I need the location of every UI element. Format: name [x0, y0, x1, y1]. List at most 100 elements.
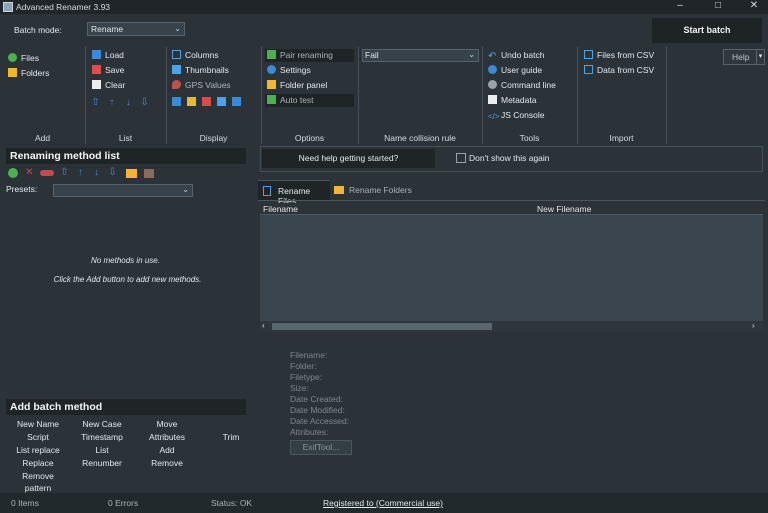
- method-list[interactable]: List: [72, 444, 132, 456]
- import-group-label: Import: [609, 133, 634, 143]
- move-down-icon[interactable]: ↓: [92, 168, 101, 178]
- method-trim[interactable]: Trim: [201, 431, 261, 443]
- exiftool-button[interactable]: ExifTool...: [290, 440, 352, 455]
- metadata-icon: [488, 95, 497, 104]
- close-icon[interactable]: ✕: [740, 0, 768, 14]
- column-header-filename[interactable]: Filename: [263, 204, 298, 214]
- move-top-icon[interactable]: ⇧: [91, 98, 100, 108]
- thumbnails-button[interactable]: Thumbnails: [172, 64, 229, 77]
- save-button[interactable]: Save: [92, 64, 124, 77]
- help-icon: [488, 65, 497, 74]
- view-color-icon[interactable]: [202, 97, 211, 106]
- thumbnails-icon: [172, 65, 181, 74]
- method-replace[interactable]: Replace: [8, 457, 68, 469]
- batch-mode-label: Batch mode:: [14, 25, 62, 35]
- horizontal-scrollbar[interactable]: ‹ ›: [260, 321, 763, 332]
- move-top-icon[interactable]: ⇧: [60, 168, 69, 178]
- folder-icon: [8, 68, 17, 77]
- view-tiles-icon[interactable]: [232, 97, 241, 106]
- add-batch-title: Add batch method: [6, 399, 246, 415]
- presets-select[interactable]: ⌄: [53, 184, 193, 197]
- minimize-icon[interactable]: –: [666, 0, 694, 14]
- maximize-icon[interactable]: □: [704, 0, 732, 14]
- move-bottom-icon[interactable]: ⇩: [140, 98, 149, 108]
- scroll-left-icon[interactable]: ‹: [262, 321, 265, 330]
- method-new-name[interactable]: New Name: [8, 418, 68, 430]
- tab-rename-folders[interactable]: Rename Folders: [332, 180, 412, 200]
- title-bar: Advanced Renamer 3.93 – □ ✕: [0, 0, 768, 14]
- folder-icon[interactable]: [126, 169, 137, 178]
- chevron-down-icon: ⌄: [182, 185, 189, 194]
- collision-rule-select[interactable]: Fail ⌄: [362, 49, 479, 62]
- start-batch-button[interactable]: Start batch: [652, 18, 762, 43]
- pair-renaming-toggle[interactable]: Pair renaming: [265, 49, 354, 62]
- chevron-down-icon: ⌄: [468, 50, 475, 59]
- add-folders-button[interactable]: Folders: [8, 67, 49, 80]
- info-date-accessed: Date Accessed:: [290, 416, 350, 426]
- move-bottom-icon[interactable]: ⇩: [108, 168, 117, 178]
- undo-icon: ↶: [488, 51, 497, 62]
- method-move[interactable]: Move: [137, 418, 197, 430]
- file-table-header: Filename New Filename: [260, 203, 763, 215]
- move-up-icon[interactable]: ↑: [76, 168, 85, 178]
- info-filetype: Filetype:: [290, 372, 323, 382]
- folder-panel-button[interactable]: Folder panel: [265, 79, 327, 92]
- toggle-method-icon[interactable]: [40, 170, 54, 176]
- chevron-down-icon: ⌄: [174, 24, 181, 33]
- presets-label: Presets:: [6, 184, 38, 194]
- info-date-created: Date Created:: [290, 394, 343, 404]
- method-script[interactable]: Script: [8, 431, 68, 443]
- method-new-case[interactable]: New Case: [72, 418, 132, 430]
- getting-started-button[interactable]: Need help getting started?: [262, 149, 435, 168]
- status-text: Status: OK: [211, 498, 253, 508]
- view-icons-icon[interactable]: [217, 97, 226, 106]
- info-size: Size:: [290, 383, 309, 393]
- move-down-icon[interactable]: ↓: [124, 98, 133, 108]
- command-line-button[interactable]: Command line: [488, 79, 556, 92]
- tab-rename-files[interactable]: Rename Files: [258, 180, 330, 206]
- add-files-button[interactable]: Files: [8, 52, 39, 65]
- method-remove-pattern[interactable]: Remove pattern: [8, 470, 68, 493]
- undo-batch-button[interactable]: ↶ Undo batch: [488, 49, 544, 62]
- dont-show-checkbox[interactable]: [456, 153, 466, 163]
- method-renumber[interactable]: Renumber: [72, 457, 132, 469]
- method-attributes[interactable]: Attributes: [137, 431, 197, 443]
- move-up-icon[interactable]: ↑: [107, 98, 116, 108]
- columns-button[interactable]: Columns: [172, 49, 219, 62]
- view-list-icon[interactable]: [172, 97, 181, 106]
- auto-test-toggle[interactable]: Auto test: [265, 94, 354, 107]
- checkbox-checked-icon: [267, 50, 276, 59]
- file-table-body[interactable]: [260, 215, 763, 321]
- add-method-icon[interactable]: [8, 168, 18, 178]
- method-timestamp[interactable]: Timestamp: [72, 431, 132, 443]
- gps-values-button[interactable]: GPS Values: [172, 79, 231, 92]
- scroll-right-icon[interactable]: ›: [752, 321, 755, 330]
- checkbox-checked-icon: [267, 95, 276, 104]
- folder-icon: [334, 186, 344, 194]
- remove-method-icon[interactable]: ✕: [25, 167, 33, 178]
- files-from-csv-button[interactable]: Files from CSV: [584, 49, 654, 62]
- metadata-button[interactable]: Metadata: [488, 94, 536, 107]
- load-button[interactable]: Load: [92, 49, 124, 62]
- app-icon: [3, 2, 13, 12]
- gear-icon: [488, 80, 497, 89]
- clear-button[interactable]: Clear: [92, 79, 125, 92]
- help-button[interactable]: Help ▾: [723, 49, 765, 65]
- file-icon: [263, 186, 271, 196]
- batch-mode-select[interactable]: Rename ⌄: [87, 22, 185, 36]
- chevron-down-icon[interactable]: ▾: [756, 50, 764, 64]
- user-guide-button[interactable]: User guide: [488, 64, 542, 77]
- method-add[interactable]: Add: [137, 444, 197, 456]
- method-list-replace[interactable]: List replace: [8, 444, 68, 456]
- method-list-title: Renaming method list: [6, 148, 246, 164]
- view-details-icon[interactable]: [187, 97, 196, 106]
- method-remove[interactable]: Remove: [137, 457, 197, 469]
- registration-link[interactable]: Registered to (Commercial use): [323, 498, 443, 508]
- column-header-new-filename[interactable]: New Filename: [537, 204, 591, 214]
- settings-button[interactable]: Settings: [265, 64, 311, 77]
- data-from-csv-button[interactable]: Data from CSV: [584, 64, 654, 77]
- js-console-button[interactable]: </>JS Console: [488, 109, 544, 122]
- scrollbar-thumb[interactable]: [272, 323, 492, 330]
- plus-icon: [8, 53, 17, 62]
- save-preset-icon[interactable]: [144, 169, 154, 178]
